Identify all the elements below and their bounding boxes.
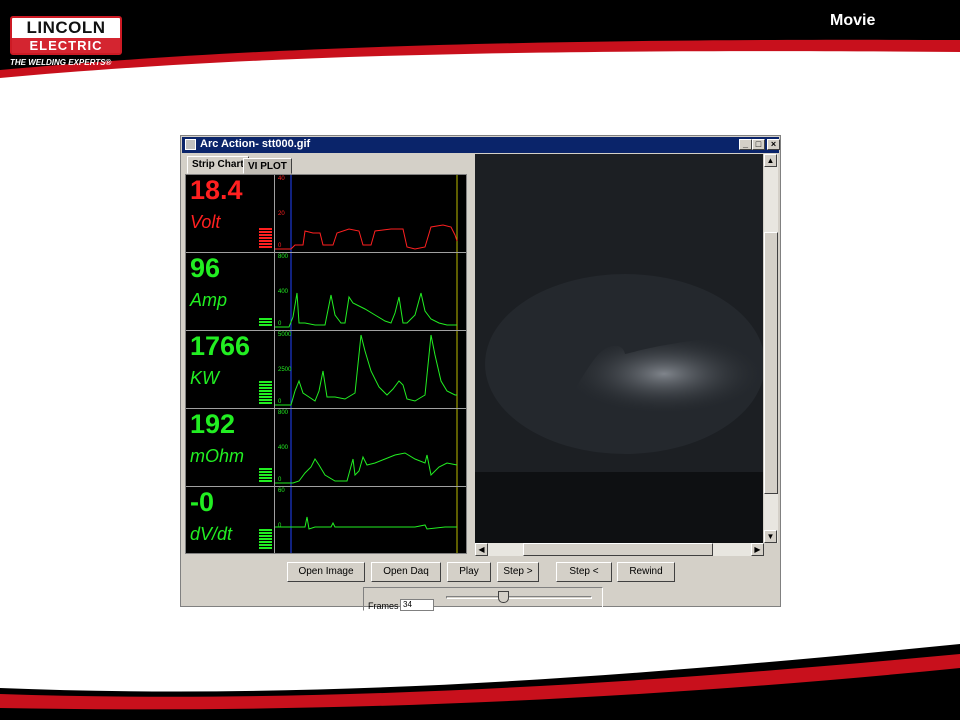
dvdt-trace-chart: 60 0 bbox=[274, 487, 467, 553]
volt-scale-max: 40 bbox=[278, 176, 285, 182]
scroll-down-button[interactable]: ▼ bbox=[764, 530, 777, 543]
dvdt-level-bars bbox=[259, 528, 272, 549]
slide-title: Movie bbox=[830, 12, 876, 29]
volt-trace-chart: 40 20 0 bbox=[274, 175, 467, 252]
arc-action-window: Arc Action- stt000.gif _ □ × Strip Chart… bbox=[180, 135, 781, 611]
tab-vi-plot[interactable]: VI PLOT bbox=[243, 158, 292, 174]
vertical-scroll-thumb[interactable] bbox=[764, 232, 778, 494]
header-swoosh bbox=[0, 0, 960, 86]
scroll-right-button[interactable]: ▶ bbox=[751, 543, 764, 556]
volt-scale-min: 0 bbox=[278, 243, 282, 249]
dvdt-value: -0 bbox=[190, 487, 215, 517]
amp-value: 96 bbox=[190, 253, 221, 283]
readout-row-dvdt: -0 dV/dt 60 0 bbox=[186, 487, 466, 553]
frames-input[interactable]: 34 bbox=[400, 599, 434, 611]
frame-slider-thumb[interactable] bbox=[498, 591, 509, 603]
readout-row-amp: 96 Amp 800 400 0 bbox=[186, 253, 466, 331]
strip-chart-panel: 18.4 Volt 40 20 0 96 Amp 800 400 0 1766 … bbox=[185, 174, 467, 554]
rewind-button[interactable]: Rewind bbox=[617, 562, 675, 582]
dvdt-scale-mid: 0 bbox=[278, 523, 282, 529]
kw-trace-chart: 5000 2500 0 bbox=[274, 331, 467, 408]
scroll-left-button[interactable]: ◀ bbox=[475, 543, 488, 556]
kw-scale-max: 5000 bbox=[278, 332, 292, 338]
arc-image bbox=[475, 154, 763, 543]
volt-value: 18.4 bbox=[190, 175, 243, 205]
app-icon bbox=[185, 139, 196, 150]
tab-strip-chart[interactable]: Strip Chart bbox=[187, 156, 249, 174]
minimize-button[interactable]: _ bbox=[739, 139, 752, 150]
footer-swoosh bbox=[0, 644, 960, 720]
window-title: Arc Action- stt000.gif bbox=[200, 138, 311, 150]
readout-row-mohm: 192 mOhm 800 400 0 bbox=[186, 409, 466, 487]
step-back-button[interactable]: Step < bbox=[556, 562, 612, 582]
kw-scale-min: 0 bbox=[278, 399, 282, 405]
amp-unit: Amp bbox=[190, 290, 228, 310]
mohm-scale-min: 0 bbox=[278, 477, 282, 483]
kw-level-bars bbox=[259, 380, 272, 404]
horizontal-scrollbar[interactable]: ◀ ▶ bbox=[475, 543, 764, 556]
dvdt-unit: dV/dt bbox=[190, 524, 233, 544]
company-logo: LINCOLN ELECTRIC THE WELDING EXPERTS® bbox=[10, 16, 122, 67]
close-button[interactable]: × bbox=[767, 139, 780, 150]
mohm-trace-chart: 800 400 0 bbox=[274, 409, 467, 486]
mohm-scale-mid: 400 bbox=[278, 445, 289, 451]
frame-slider-track[interactable] bbox=[446, 596, 592, 599]
amp-level-bars bbox=[259, 317, 272, 326]
logo-tagline: THE WELDING EXPERTS® bbox=[10, 58, 112, 67]
amp-trace-chart: 800 400 0 bbox=[274, 253, 467, 330]
volt-unit: Volt bbox=[190, 212, 221, 232]
mohm-unit: mOhm bbox=[190, 446, 244, 466]
mohm-scale-max: 800 bbox=[278, 410, 289, 416]
step-forward-button[interactable]: Step > bbox=[497, 562, 539, 582]
window-titlebar[interactable]: Arc Action- stt000.gif _ □ × bbox=[182, 137, 780, 153]
horizontal-scroll-thumb[interactable] bbox=[523, 543, 713, 556]
open-image-button[interactable]: Open Image bbox=[287, 562, 365, 582]
volt-scale-mid: 20 bbox=[278, 211, 285, 217]
logo-line2: ELECTRIC bbox=[12, 38, 120, 53]
video-frame[interactable] bbox=[475, 154, 763, 543]
dvdt-scale-max: 60 bbox=[278, 488, 285, 494]
frame-controls: Frames 34 bbox=[363, 587, 603, 611]
scroll-up-button[interactable]: ▲ bbox=[764, 154, 777, 167]
kw-scale-mid: 2500 bbox=[278, 367, 292, 373]
play-button[interactable]: Play bbox=[447, 562, 491, 582]
slide-footer bbox=[0, 640, 960, 720]
mohm-value: 192 bbox=[190, 409, 236, 439]
readout-row-kw: 1766 KW 5000 2500 0 bbox=[186, 331, 466, 409]
kw-unit: KW bbox=[190, 368, 219, 388]
amp-scale-mid: 400 bbox=[278, 289, 289, 295]
amp-scale-max: 800 bbox=[278, 254, 289, 260]
vertical-scrollbar[interactable]: ▲ ▼ bbox=[764, 154, 778, 543]
volt-level-bars bbox=[259, 227, 272, 248]
open-daq-button[interactable]: Open Daq bbox=[371, 562, 441, 582]
amp-scale-min: 0 bbox=[278, 321, 282, 327]
kw-value: 1766 bbox=[190, 331, 251, 361]
logo-line1: LINCOLN bbox=[26, 18, 106, 37]
maximize-button[interactable]: □ bbox=[752, 139, 765, 150]
mohm-level-bars bbox=[259, 467, 272, 482]
slide-header: LINCOLN ELECTRIC THE WELDING EXPERTS® Mo… bbox=[0, 0, 960, 86]
readout-row-volt: 18.4 Volt 40 20 0 bbox=[186, 175, 466, 253]
frames-label: Frames bbox=[368, 601, 399, 611]
